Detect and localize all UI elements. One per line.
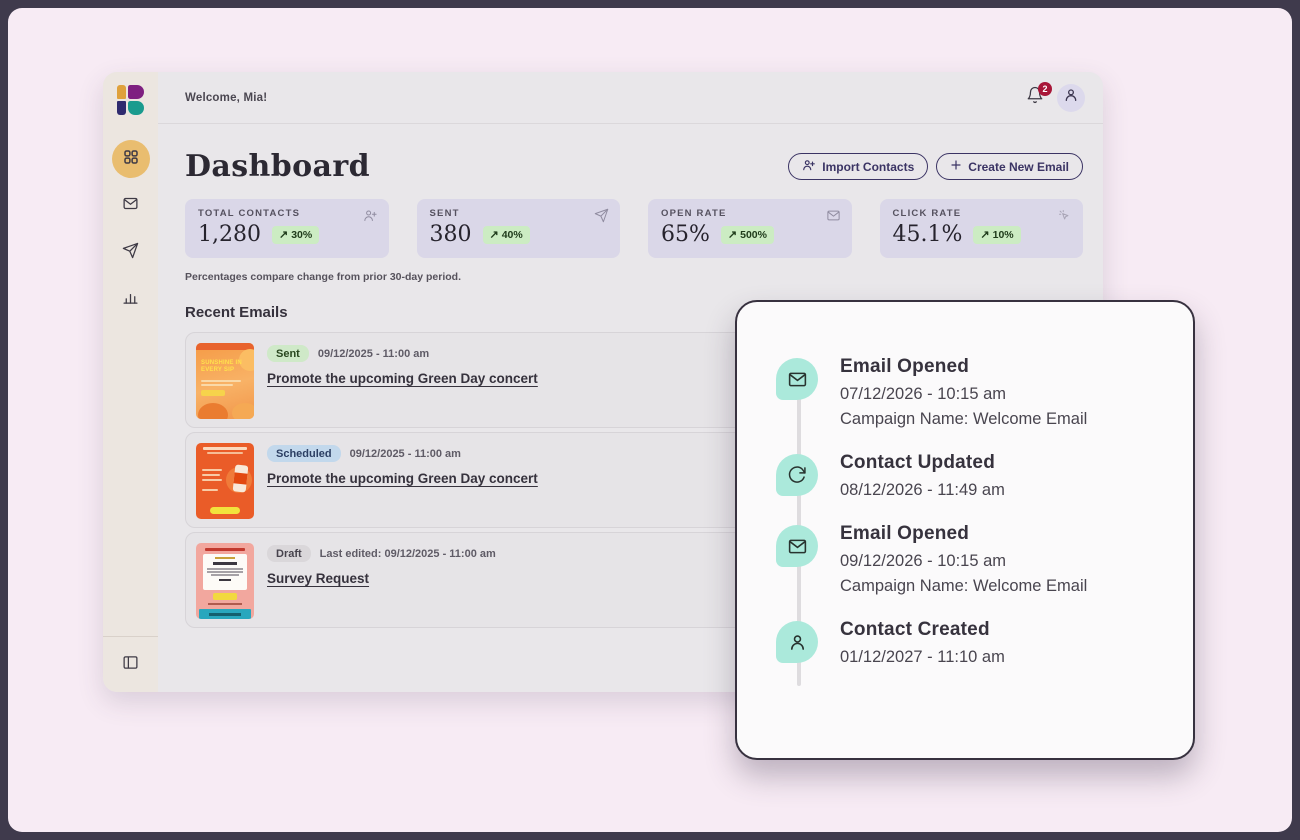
stat-change-badge: ↗40% [483, 226, 530, 244]
email-thumbnail [196, 443, 254, 519]
trend-up-icon: ↗ [728, 228, 737, 241]
email-icon [122, 195, 139, 217]
sidebar-item-campaigns[interactable] [112, 234, 150, 272]
stat-value: 1,280 [198, 222, 261, 247]
person-icon [776, 621, 818, 663]
stat-cards: TOTAL CONTACTS 1,280 ↗30% SENT [185, 199, 1083, 258]
collapse-sidebar-icon [122, 654, 139, 676]
stat-value: 65% [661, 222, 710, 247]
person-icon [1063, 87, 1079, 108]
profile-button[interactable] [1057, 84, 1085, 112]
stat-card-click-rate: CLICK RATE 45.1% ↗10% [880, 199, 1084, 258]
event-date: 07/12/2026 - 10:15 am [840, 385, 1087, 404]
cursor-click-icon [1057, 208, 1072, 228]
sidebar-item-emails[interactable] [112, 187, 150, 225]
status-badge: Draft [267, 545, 311, 562]
create-new-email-button[interactable]: Create New Email [936, 153, 1083, 180]
trend-up-icon: ↗ [490, 228, 499, 241]
email-title-link[interactable]: Survey Request [267, 571, 496, 586]
activity-timeline-card: Email Opened 07/12/2026 - 10:15 am Campa… [735, 300, 1195, 760]
email-title-link[interactable]: Promote the upcoming Green Day concert [267, 471, 538, 486]
paper-plane-icon [594, 208, 609, 228]
user-plus-icon [363, 208, 378, 228]
stat-card-sent: SENT 380 ↗40% [417, 199, 621, 258]
email-thumbnail [196, 543, 254, 619]
sidebar-footer [103, 636, 158, 680]
stat-change-badge: ↗30% [272, 226, 319, 244]
status-badge: Scheduled [267, 445, 341, 462]
refresh-icon [776, 454, 818, 496]
stat-label: TOTAL CONTACTS [198, 208, 376, 219]
topbar: Welcome, Mia! 2 [158, 72, 1103, 124]
stats-footnote: Percentages compare change from prior 30… [185, 271, 1083, 283]
welcome-text: Welcome, Mia! [185, 92, 267, 104]
stat-label: CLICK RATE [893, 208, 1071, 219]
status-badge: Sent [267, 345, 309, 362]
envelope-icon [826, 208, 841, 228]
brand-logo [117, 85, 145, 118]
event-date: 09/12/2026 - 10:15 am [840, 552, 1087, 571]
trend-up-icon: ↗ [279, 228, 288, 241]
user-plus-icon [802, 158, 816, 175]
timeline-event-email-opened-1: Email Opened 07/12/2026 - 10:15 am Campa… [776, 356, 1157, 429]
event-title: Contact Updated [840, 452, 1005, 474]
event-title: Contact Created [840, 619, 1005, 641]
email-title-link[interactable]: Promote the upcoming Green Day concert [267, 371, 538, 386]
collapse-sidebar-button[interactable] [116, 650, 146, 680]
sidebar-item-analytics[interactable] [112, 281, 150, 319]
event-date: 08/12/2026 - 11:49 am [840, 481, 1005, 500]
email-date: Last edited: 09/12/2025 - 11:00 am [320, 548, 496, 560]
stat-change-badge: ↗10% [973, 226, 1020, 244]
email-date: 09/12/2025 - 11:00 am [318, 348, 429, 360]
sidebar-item-dashboard[interactable] [112, 140, 150, 178]
import-contacts-button[interactable]: Import Contacts [788, 153, 928, 180]
stat-change-badge: ↗500% [721, 226, 774, 244]
event-title: Email Opened [840, 523, 1087, 545]
dashboard-grid-icon [122, 148, 140, 171]
envelope-icon [776, 525, 818, 567]
analytics-icon [122, 289, 139, 311]
stat-label: OPEN RATE [661, 208, 839, 219]
page-background: Welcome, Mia! 2 [8, 8, 1292, 832]
sidebar [103, 72, 158, 692]
event-title: Email Opened [840, 356, 1087, 378]
notification-count-badge: 2 [1038, 82, 1052, 96]
sidebar-nav [112, 140, 150, 319]
trend-up-icon: ↗ [980, 228, 989, 241]
email-date: 09/12/2025 - 11:00 am [350, 448, 461, 460]
plus-icon [950, 159, 962, 174]
stat-value: 380 [430, 222, 472, 247]
stat-value: 45.1% [893, 222, 963, 247]
email-thumbnail: Sunshine in every sip [196, 343, 254, 419]
send-icon [122, 242, 139, 264]
timeline-event-email-opened-2: Email Opened 09/12/2026 - 10:15 am Campa… [776, 523, 1157, 596]
page-title: Dashboard [185, 149, 370, 184]
envelope-icon [776, 358, 818, 400]
timeline-event-contact-created: Contact Created 01/12/2027 - 11:10 am [776, 619, 1157, 667]
stat-card-open-rate: OPEN RATE 65% ↗500% [648, 199, 852, 258]
stat-card-total-contacts: TOTAL CONTACTS 1,280 ↗30% [185, 199, 389, 258]
event-date: 01/12/2027 - 11:10 am [840, 648, 1005, 667]
event-campaign: Campaign Name: Welcome Email [840, 410, 1087, 429]
timeline-event-contact-updated: Contact Updated 08/12/2026 - 11:49 am [776, 452, 1157, 500]
event-campaign: Campaign Name: Welcome Email [840, 577, 1087, 596]
stat-label: SENT [430, 208, 608, 219]
notifications-button[interactable]: 2 [1024, 87, 1046, 109]
